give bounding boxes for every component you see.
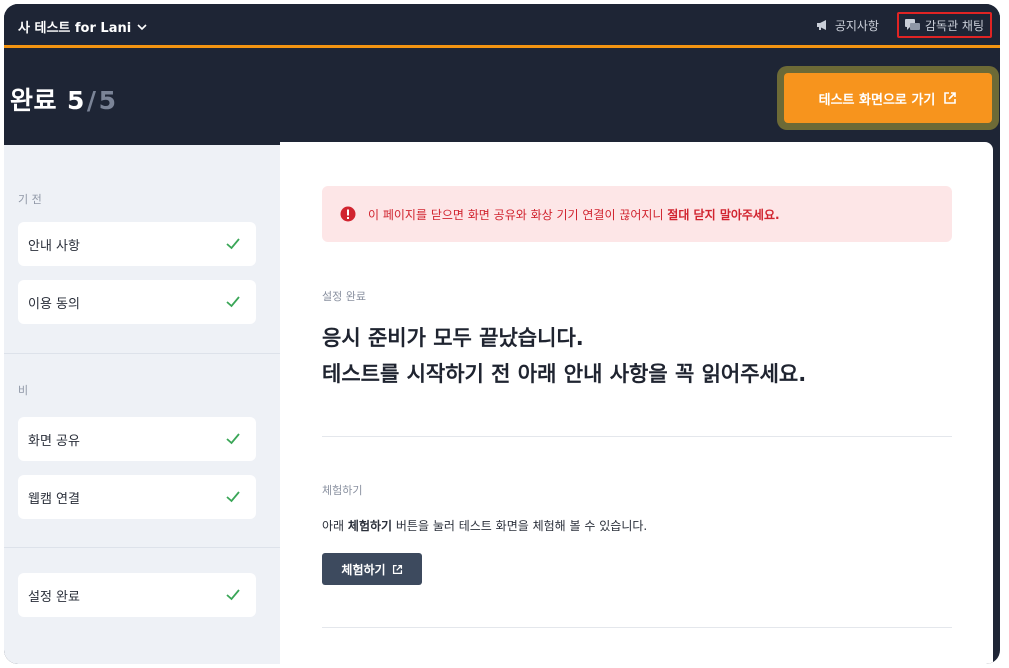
external-link-icon <box>944 92 957 104</box>
check-icon <box>226 433 240 445</box>
cta-highlight: 테스트 화면으로 가기 <box>777 66 999 130</box>
top-bar: 사 테스트 for Lani 공지사항 감독관 채팅 <box>4 4 1000 48</box>
progress-label: 완료 <box>10 86 58 115</box>
sidebar-section-prep: 비 <box>18 384 29 397</box>
chat-icon <box>904 18 920 30</box>
notice-link[interactable]: 공지사항 <box>810 12 885 38</box>
heading-line-1: 응시 준비가 모두 끝났습니다. <box>322 326 584 350</box>
check-icon <box>226 296 240 308</box>
chat-label: 감독관 채팅 <box>924 18 984 33</box>
sidebar-item-label: 이용 동의 <box>28 296 80 312</box>
progress-total: 5 <box>98 86 117 115</box>
app-window: 사 테스트 for Lani 공지사항 감독관 채팅 완료 5/5 테스트 화면… <box>4 4 1000 664</box>
check-icon <box>226 491 240 503</box>
page-heading: 응시 준비가 모두 끝났습니다. 테스트를 시작하기 전 아래 안내 사항을 꼭… <box>322 320 806 392</box>
sidebar: 기 전 안내 사항 이용 동의 비 화면 공유 웹캠 연결 설정 완료 <box>4 145 280 664</box>
sidebar-item-label: 화면 공유 <box>28 433 80 449</box>
chevron-down-icon <box>137 23 147 30</box>
alert-text: 이 페이지를 닫으면 화면 공유와 화상 기기 연결이 끊어지니 절대 닫지 말… <box>368 207 780 222</box>
sidebar-item-setup-complete[interactable]: 설정 완료 <box>18 573 256 617</box>
progress-separator: / <box>86 86 97 115</box>
heading-line-2: 테스트를 시작하기 전 아래 안내 사항을 꼭 읽어주세요. <box>322 362 807 386</box>
try-test-button[interactable]: 체험하기 <box>322 553 422 585</box>
page-header: 완료 5/5 테스트 화면으로 가기 <box>4 51 1000 143</box>
warning-alert: 이 페이지를 닫으면 화면 공유와 화상 기기 연결이 끊어지니 절대 닫지 말… <box>322 186 952 242</box>
sidebar-section-before: 기 전 <box>18 193 42 206</box>
section-label: 설정 완료 <box>322 290 366 303</box>
sidebar-divider <box>4 353 280 354</box>
megaphone-icon <box>816 20 826 30</box>
try-test-label: 체험하기 <box>341 562 386 577</box>
sidebar-item-label: 웹캠 연결 <box>28 491 80 507</box>
app-title: 사 테스트 for Lani <box>18 21 132 36</box>
go-to-test-button[interactable]: 테스트 화면으로 가기 <box>784 73 992 123</box>
test-selector[interactable]: 사 테스트 for Lani <box>18 17 147 36</box>
notice-label: 공지사항 <box>834 18 879 33</box>
proctor-chat-link[interactable]: 감독관 채팅 <box>896 12 992 38</box>
content-divider <box>322 627 952 628</box>
sidebar-item-label: 설정 완료 <box>28 589 80 605</box>
progress-current: 5 <box>67 86 85 115</box>
go-to-test-label: 테스트 화면으로 가기 <box>818 92 936 108</box>
external-link-icon <box>392 564 402 574</box>
alert-icon <box>340 206 356 222</box>
trial-section-label: 체험하기 <box>322 484 363 497</box>
sidebar-item-consent[interactable]: 이용 동의 <box>18 280 256 324</box>
check-icon <box>226 589 240 601</box>
sidebar-item-webcam[interactable]: 웹캠 연결 <box>18 475 256 519</box>
sidebar-divider <box>4 547 280 548</box>
content-divider <box>322 436 952 437</box>
sidebar-item-notice[interactable]: 안내 사항 <box>18 222 256 266</box>
sidebar-item-screen-share[interactable]: 화면 공유 <box>18 417 256 461</box>
trial-description: 아래 체험하기 버튼을 눌러 테스트 화면을 체험해 볼 수 있습니다. <box>322 519 648 533</box>
sidebar-item-label: 안내 사항 <box>28 238 80 254</box>
check-icon <box>226 238 240 250</box>
main-content: 이 페이지를 닫으면 화면 공유와 화상 기기 연결이 끊어지니 절대 닫지 말… <box>280 142 993 664</box>
progress-title: 완료 5/5 <box>10 81 116 117</box>
